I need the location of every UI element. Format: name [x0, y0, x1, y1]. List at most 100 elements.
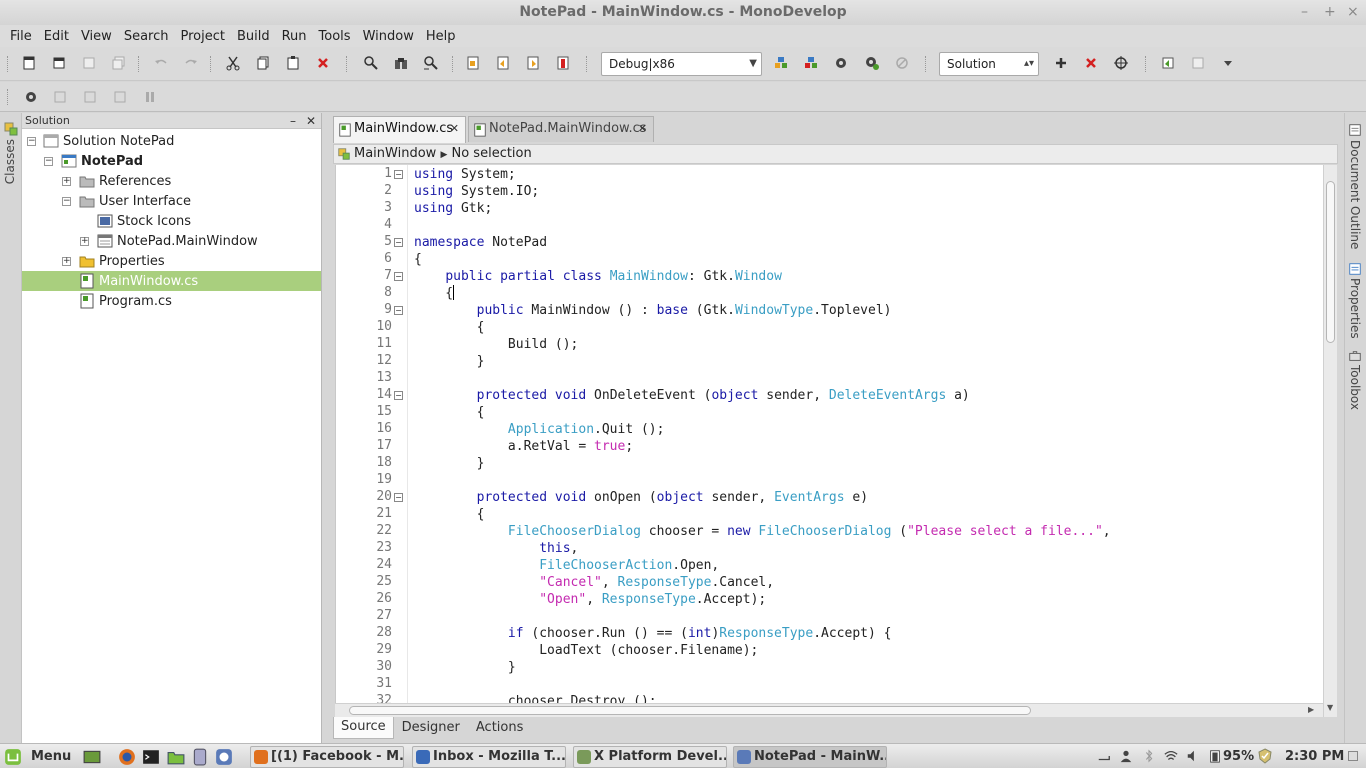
open-file-icon[interactable]: [48, 52, 70, 74]
task-notepad[interactable]: NotePad - MainW...: [733, 746, 887, 768]
bookmark-next-icon[interactable]: [522, 52, 544, 74]
files-launcher-icon[interactable]: [167, 748, 185, 768]
menu-tools[interactable]: Tools: [313, 29, 357, 44]
update-shield-icon[interactable]: [1257, 748, 1273, 768]
build-icon[interactable]: [770, 52, 792, 74]
menu-file[interactable]: File: [4, 29, 38, 44]
tree-item-references[interactable]: + References: [22, 171, 321, 191]
pad-close-button[interactable]: ✕: [306, 113, 316, 129]
classes-tab[interactable]: Classes: [3, 139, 17, 184]
fold-toggle-icon[interactable]: −: [394, 391, 403, 400]
save-all-icon[interactable]: [108, 52, 130, 74]
fold-toggle-icon[interactable]: −: [394, 272, 403, 281]
maximize-button[interactable]: +: [1324, 0, 1336, 25]
bookmark-toggle-icon[interactable]: [462, 52, 484, 74]
toolbar-overflow-icon[interactable]: [1217, 52, 1239, 74]
menu-button[interactable]: Menu: [31, 744, 71, 768]
new-file-icon[interactable]: [18, 52, 40, 74]
collapse-icon[interactable]: −: [44, 157, 53, 166]
properties-tab[interactable]: Properties: [1348, 278, 1362, 339]
tree-item-mainwindow-ui[interactable]: + NotePad.MainWindow: [22, 231, 321, 251]
tab-actions[interactable]: Actions: [468, 717, 532, 739]
user-icon[interactable]: [1119, 749, 1133, 767]
menu-view[interactable]: View: [75, 29, 118, 44]
mint-menu-icon[interactable]: [4, 748, 22, 768]
build-all-icon[interactable]: [800, 52, 822, 74]
vertical-scroll-thumb[interactable]: [1326, 181, 1335, 343]
fold-toggle-icon[interactable]: −: [394, 306, 403, 315]
tree-item-properties[interactable]: + Properties: [22, 251, 321, 271]
tree-item-mainwindow-cs[interactable]: MainWindow.cs: [22, 271, 321, 291]
undo-icon[interactable]: [150, 52, 172, 74]
paste-icon[interactable]: [282, 52, 304, 74]
path-class[interactable]: MainWindow: [354, 146, 436, 161]
package-icon[interactable]: [1187, 52, 1209, 74]
debug-settings-gear-icon[interactable]: [20, 86, 42, 108]
pad-minimize-button[interactable]: –: [290, 113, 296, 129]
expand-icon[interactable]: +: [62, 257, 71, 266]
menu-help[interactable]: Help: [420, 29, 462, 44]
vertical-scrollbar[interactable]: ▼: [1323, 165, 1337, 717]
terminal-launcher-icon[interactable]: [142, 748, 160, 768]
close-window-button[interactable]: ×: [1347, 0, 1359, 25]
save-icon[interactable]: [78, 52, 100, 74]
minimize-button[interactable]: –: [1301, 0, 1308, 25]
menu-build[interactable]: Build: [231, 29, 276, 44]
menu-window[interactable]: Window: [357, 29, 420, 44]
fold-toggle-icon[interactable]: −: [394, 170, 403, 179]
menu-search[interactable]: Search: [118, 29, 175, 44]
monodevelop-launcher-icon[interactable]: [215, 748, 233, 768]
collapse-icon[interactable]: −: [27, 137, 36, 146]
copy-icon[interactable]: [252, 52, 274, 74]
toolbox-tab[interactable]: Toolbox: [1348, 365, 1362, 410]
collapse-icon[interactable]: −: [62, 197, 71, 206]
fold-toggle-icon[interactable]: −: [394, 238, 403, 247]
debug-gear-icon[interactable]: [861, 52, 883, 74]
task-x-platform[interactable]: X Platform Devel...: [573, 746, 727, 768]
menu-project[interactable]: Project: [174, 29, 230, 44]
path-member[interactable]: No selection: [452, 146, 532, 161]
keyboard-icon[interactable]: [1097, 749, 1111, 767]
run-gear-icon[interactable]: [830, 52, 852, 74]
tab-close-icon[interactable]: ✕: [638, 117, 647, 141]
bookmark-prev-icon[interactable]: [492, 52, 514, 74]
bluetooth-icon[interactable]: [1142, 749, 1156, 767]
tab-source[interactable]: Source: [333, 717, 394, 739]
step-into-icon[interactable]: [79, 86, 101, 108]
firefox-launcher-icon[interactable]: [118, 748, 136, 768]
find-binoculars-icon[interactable]: [390, 52, 412, 74]
find-icon[interactable]: [360, 52, 382, 74]
show-desktop-button[interactable]: [1348, 751, 1358, 761]
tree-item-program-cs[interactable]: Program.cs: [22, 291, 321, 311]
step-out-icon[interactable]: [109, 86, 131, 108]
tab-close-icon[interactable]: ✕: [450, 117, 459, 141]
scroll-right-arrow-icon[interactable]: ▶: [1308, 705, 1314, 714]
tab-mainwindow-cs[interactable]: MainWindow.cs ✕: [333, 116, 466, 143]
horizontal-scroll-thumb[interactable]: [349, 706, 1031, 715]
clock[interactable]: 2:30 PM: [1285, 744, 1344, 768]
remove-icon[interactable]: [1080, 52, 1102, 74]
tree-item-solution[interactable]: − Solution NotePad: [22, 131, 321, 151]
wifi-icon[interactable]: [1163, 749, 1179, 767]
cut-icon[interactable]: [222, 52, 244, 74]
stop-icon[interactable]: [891, 52, 913, 74]
redo-icon[interactable]: [180, 52, 202, 74]
code-editor[interactable]: 1− using System; 2 using System.IO; 3 using G…: [335, 165, 1323, 703]
tree-item-project[interactable]: − NotePad: [22, 151, 321, 171]
bookmark-clear-icon[interactable]: [552, 52, 574, 74]
move-icon[interactable]: [1110, 52, 1132, 74]
find-replace-icon[interactable]: [420, 52, 442, 74]
tree-item-stock-icons[interactable]: Stock Icons: [22, 211, 321, 231]
pause-icon[interactable]: [139, 86, 161, 108]
tab-designer[interactable]: Designer: [394, 717, 468, 739]
tree-item-user-interface[interactable]: − User Interface: [22, 191, 321, 211]
battery-icon[interactable]: [1209, 749, 1221, 767]
task-facebook[interactable]: [(1) Facebook - M...: [250, 746, 404, 768]
horizontal-scrollbar[interactable]: ▶: [335, 703, 1323, 717]
show-desktop-icon[interactable]: [83, 748, 101, 768]
expand-icon[interactable]: +: [62, 177, 71, 186]
volume-icon[interactable]: [1186, 749, 1200, 767]
scroll-down-arrow-icon[interactable]: ▼: [1327, 703, 1333, 712]
fold-toggle-icon[interactable]: −: [394, 493, 403, 502]
solution-select[interactable]: Solution ▴▾: [939, 52, 1039, 76]
